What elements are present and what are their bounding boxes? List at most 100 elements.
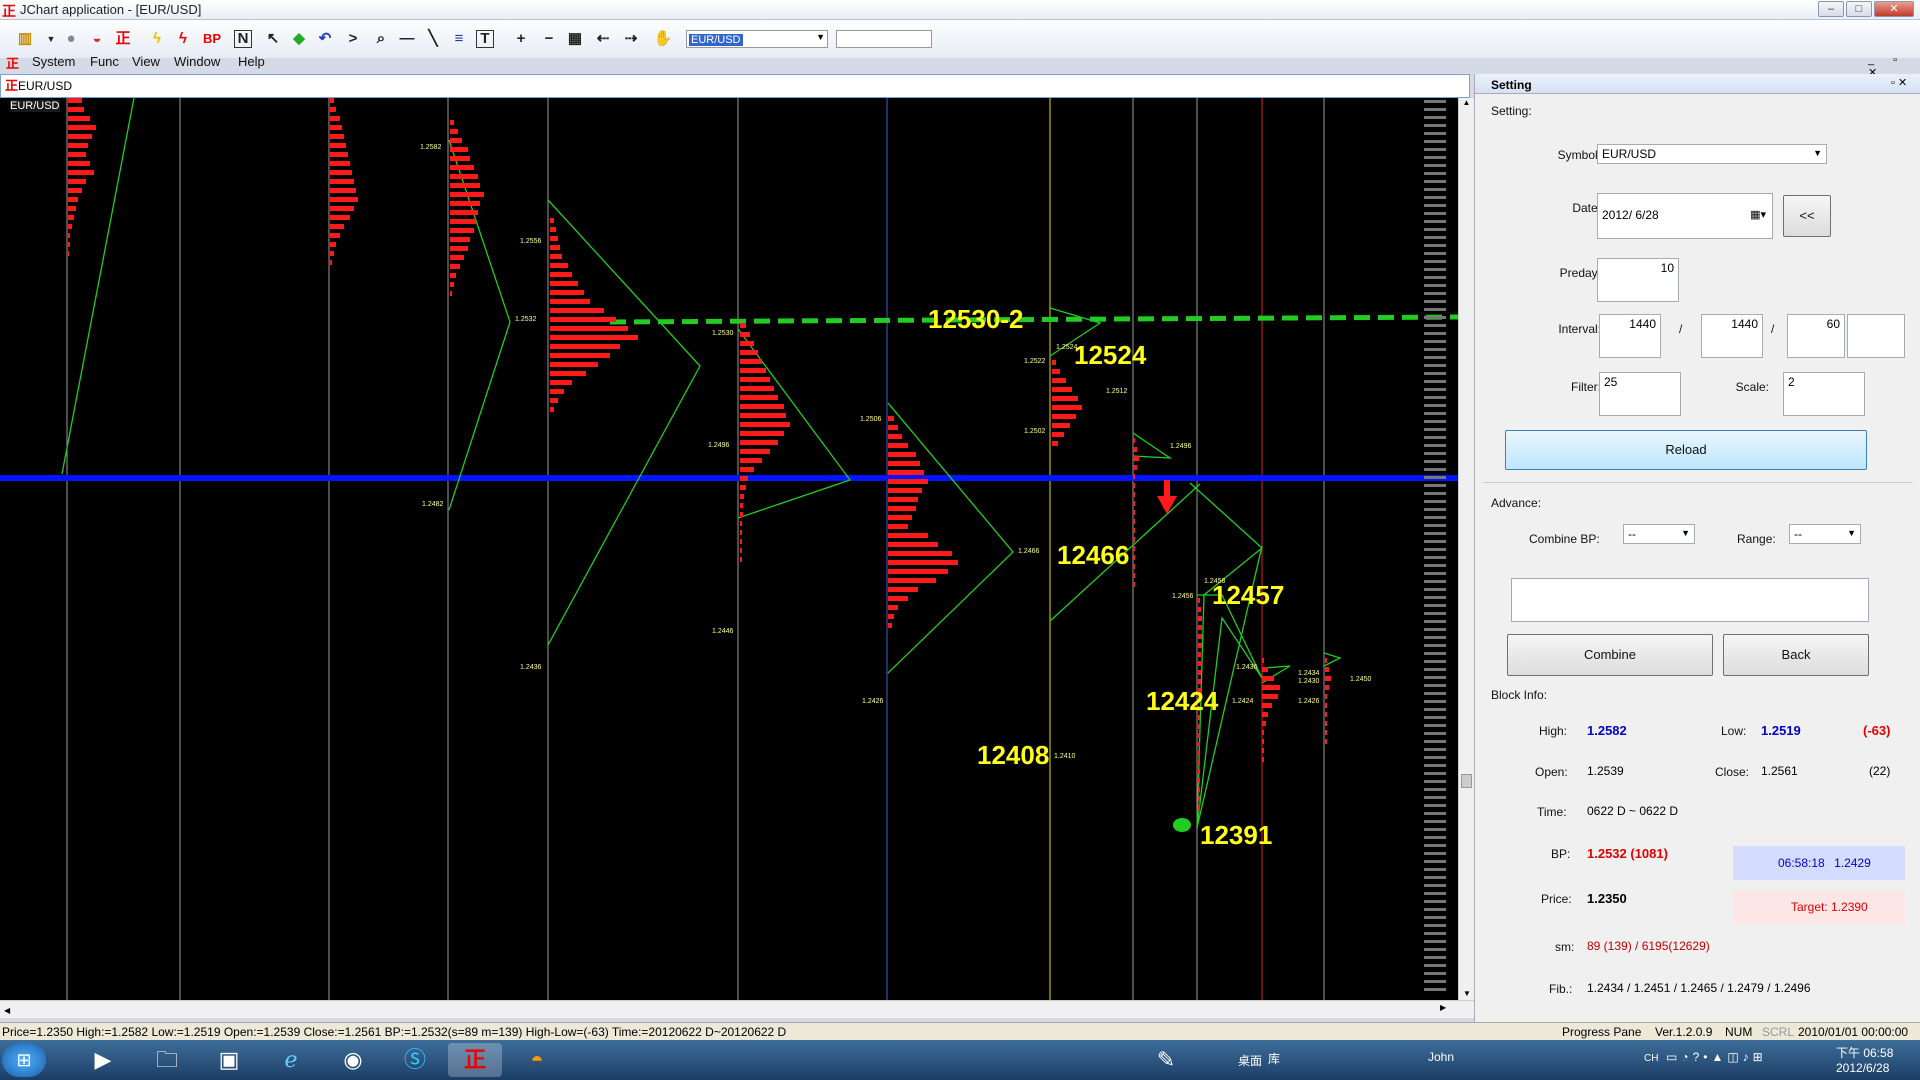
hand-icon[interactable]: ✋ [652,28,674,50]
arrow-right-icon[interactable]: > [342,28,364,50]
lightning-red-icon[interactable]: ϟ [172,28,194,50]
diagonal-line-icon[interactable]: ╲ [422,28,444,50]
taskbar-desktop-label[interactable]: 桌面 [1238,1052,1262,1069]
menu-view[interactable]: View [132,54,160,69]
tpo-row [740,431,784,436]
forward-icon[interactable]: ⇢ [620,28,642,50]
scale-input[interactable]: 2 [1783,372,1865,416]
tpo-row [1262,721,1266,726]
tpo-row [550,245,560,250]
bp-button[interactable]: BP [198,28,226,50]
plus-icon[interactable]: + [510,28,532,50]
taskbar-chrome-icon[interactable]: ◉ [326,1043,380,1077]
zoom-icon[interactable]: ⌕ [370,28,392,50]
taskbar-app-icon[interactable]: ▣ [202,1043,256,1077]
combine-button[interactable]: Combine [1507,634,1713,676]
symbol-dropdown[interactable]: EUR/USD ▼ [1597,144,1827,164]
chevron-down-icon[interactable]: ▼ [816,32,825,42]
close-button[interactable]: ✕ [1874,1,1914,17]
chart-vertical-scrollbar[interactable]: ▲ ▼ [1458,98,1474,1000]
tpo-row [1133,447,1137,452]
tpo-row [68,179,86,184]
undo-icon[interactable]: ↶ [314,28,336,50]
dropdown-arrow-icon[interactable]: ▼ [40,28,62,50]
taskbar-library-label[interactable]: 库 [1268,1050,1280,1067]
taskbar-pen-icon[interactable]: ✎ [1148,1043,1184,1077]
scroll-left-icon[interactable]: ◀ [4,1006,10,1015]
menu-func[interactable]: Func [90,54,119,69]
scroll-right-icon[interactable]: ▶ [1440,1003,1446,1012]
tpo-row [740,476,748,481]
combine-textarea[interactable] [1511,578,1869,622]
tpo-row [740,449,770,454]
lightning-yellow-icon[interactable]: ϟ [146,28,168,50]
back-button[interactable]: Back [1723,634,1869,676]
taskbar-user-label[interactable]: John [1428,1050,1454,1064]
scale-tick [1424,932,1446,935]
zheng-icon[interactable]: 正 [112,28,134,50]
panel-close-icon[interactable]: ▫ ✕ [1891,76,1907,89]
toolbar-text-input[interactable] [836,30,932,48]
car-icon[interactable]: ◒ [86,28,108,50]
chart-canvas[interactable]: EUR/USD 1.2582 1.2556 1.2532 1.2530 1.25… [0,98,1458,1000]
taskbar-media-player-icon[interactable]: ▶ [76,1043,130,1077]
range-dropdown[interactable]: -- ▼ [1789,524,1861,544]
date-picker[interactable]: 2012/ 6/28 ▦▾ [1597,193,1773,239]
scroll-down-icon[interactable]: ▼ [1459,989,1475,998]
combine-bp-dropdown[interactable]: -- ▼ [1623,524,1695,544]
document-tab[interactable]: 正EUR/USD [0,74,1470,98]
menu-help[interactable]: Help [238,54,265,69]
hline-icon[interactable]: — [396,28,418,50]
tpo-row [1262,757,1264,762]
taskbar-lang-label[interactable]: CH [1644,1053,1658,1064]
preday-input[interactable]: 10 [1597,258,1679,302]
taskbar-explorer-icon[interactable]: 🗀 [140,1043,194,1077]
chart-bars-icon[interactable]: ▥ [14,28,36,50]
grid-icon[interactable]: ▦ [564,28,586,50]
text-tool-button[interactable]: T [476,30,494,48]
menu-window[interactable]: Window [174,54,220,69]
taskbar-skype-icon[interactable]: Ⓢ [388,1043,442,1077]
menu-system[interactable]: System [32,54,75,69]
calendar-icon[interactable]: ▦▾ [1750,208,1766,221]
tpo-row [68,170,94,175]
interval-input-1[interactable]: 1440 [1599,314,1661,358]
interval-input-2[interactable]: 1440 [1701,314,1763,358]
back-icon[interactable]: ⇠ [592,28,614,50]
start-button[interactable]: ⊞ [2,1043,46,1077]
chart-horizontal-scrollbar[interactable]: ◀ ▶ [0,1000,1474,1018]
tpo-row [330,224,344,229]
tray-icons[interactable]: ▭◔?•▲◫♪⊞ [1666,1050,1767,1064]
reload-button[interactable]: Reload [1505,430,1867,470]
taskbar-jchart-icon[interactable]: 正 [448,1043,502,1077]
minus-icon[interactable]: − [538,28,560,50]
cube-icon[interactable]: ◆ [288,28,310,50]
n-button[interactable]: N [234,30,252,48]
maximize-button[interactable]: □ [1846,1,1872,17]
scale-tick [1424,556,1446,559]
scroll-up-icon[interactable]: ▲ [1459,98,1474,107]
minimize-button[interactable]: – [1818,1,1844,17]
interval-input-3[interactable]: 60 [1787,314,1845,358]
scale-tick [1424,244,1446,247]
interval-input-4[interactable] [1847,314,1905,358]
tpo-row [1325,712,1327,717]
record-icon[interactable]: ● [60,28,82,50]
taskbar-burger-icon[interactable]: ◓ [510,1043,564,1077]
tpo-row [68,143,88,148]
cursor-icon[interactable]: ↖ [262,28,284,50]
tpo-row [1262,694,1278,699]
tpo-row [450,129,458,134]
tpo-row [888,587,918,592]
tpo-profiles [68,98,1331,810]
symbol-select[interactable]: EUR/USD ▼ [686,30,828,48]
filter-label: Filter: [1571,380,1601,394]
filter-input[interactable]: 25 [1599,372,1681,416]
taskbar-ie-icon[interactable]: ℯ [264,1043,318,1077]
close-count: (22) [1869,764,1891,778]
tpo-row [1133,456,1139,461]
price-label: 1.2466 [1018,548,1040,555]
prev-date-button[interactable]: << [1783,195,1831,237]
scroll-thumb[interactable] [1461,774,1472,788]
fib-icon[interactable]: ≡ [448,28,470,50]
